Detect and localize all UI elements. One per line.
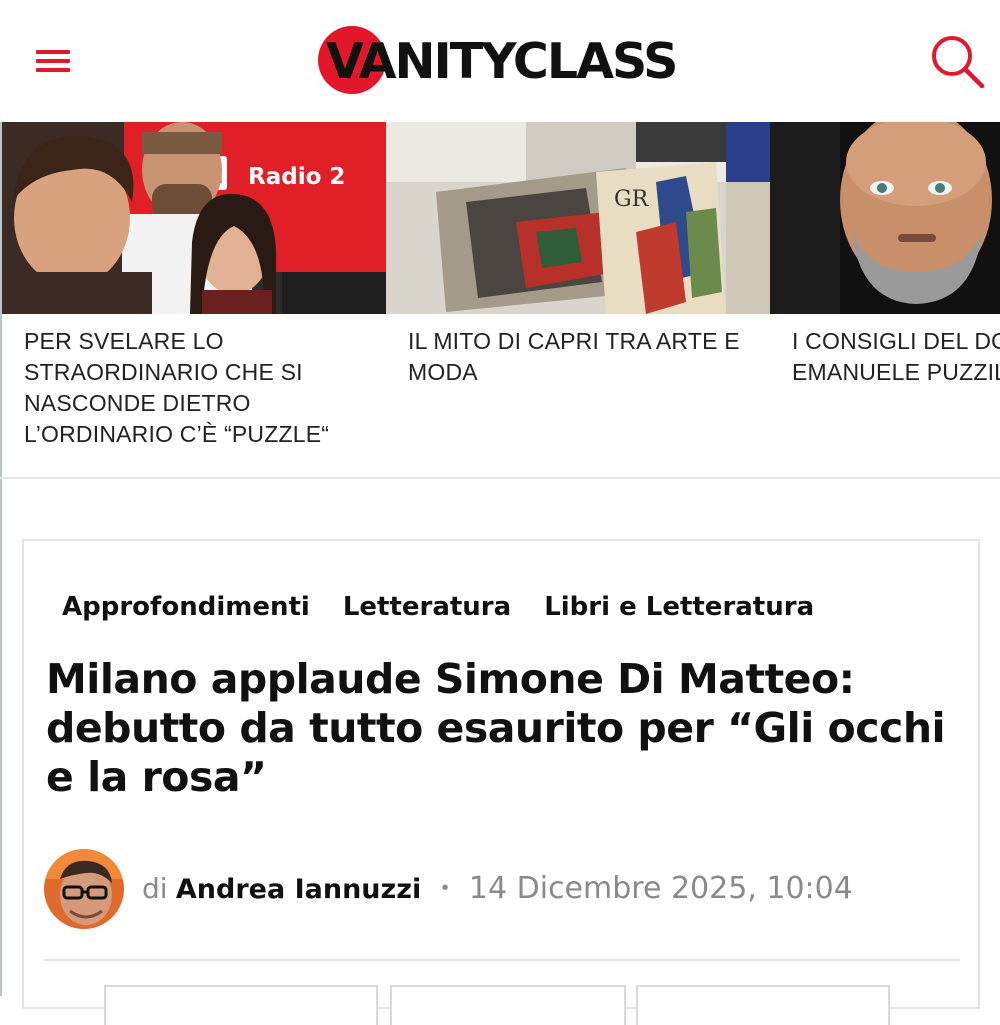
article-header-card: Approfondimenti Letteratura Libri e Lett… — [22, 539, 980, 1025]
share-button-partial[interactable] — [636, 985, 890, 1025]
share-button-partial[interactable] — [390, 985, 626, 1025]
related-article-title[interactable]: IL MITO DI CAPRI TRA ARTE E MODA — [408, 326, 760, 388]
hamburger-menu-icon[interactable] — [36, 46, 70, 76]
site-logo[interactable]: VANITYCLASS — [318, 24, 708, 96]
category-list: Approfondimenti Letteratura Libri e Lett… — [62, 589, 814, 629]
magazine-masthead: GR — [614, 187, 650, 212]
search-icon[interactable] — [930, 34, 986, 90]
related-article-card[interactable]: di Radio 2 PER SVELARE LO STRAORDINARIO … — [2, 122, 386, 478]
strip-divider — [0, 477, 1000, 479]
byline-prefix: di — [142, 872, 168, 905]
author-name-link[interactable]: Andrea Iannuzzi — [176, 874, 421, 905]
category-link[interactable]: Libri e Letteratura — [544, 589, 814, 629]
related-article-card[interactable]: I CONSIGLI DEL DO EMANUELE PUZZIL — [770, 122, 1000, 478]
category-link[interactable]: Letteratura — [343, 589, 511, 629]
byline-divider — [44, 959, 960, 961]
byline: di Andrea Iannuzzi • 14 Dicembre 2025, 1… — [142, 869, 853, 909]
logo-text: VANITYCLASS — [326, 33, 678, 90]
capri-fashion-exhibit-photo[interactable]: GR — [386, 122, 770, 314]
radio-2-sign: Radio 2 — [248, 164, 345, 190]
author-avatar[interactable] — [44, 849, 124, 929]
publish-date: 14 Dicembre 2025, 10:04 — [468, 871, 853, 906]
author-row: di Andrea Iannuzzi • 14 Dicembre 2025, 1… — [44, 849, 944, 929]
related-article-title[interactable]: PER SVELARE LO STRAORDINARIO CHE SI NASC… — [24, 326, 376, 450]
byline-separator: • — [441, 877, 449, 899]
category-link[interactable]: Approfondimenti — [62, 589, 310, 629]
related-articles-strip: di Radio 2 PER SVELARE LO STRAORDINARIO … — [0, 122, 1000, 478]
radio-studio-photo[interactable]: di Radio 2 — [2, 122, 386, 314]
related-article-card[interactable]: GR IL MITO DI CAPRI TRA ARTE E MODA — [386, 122, 770, 478]
related-article-title[interactable]: I CONSIGLI DEL DO EMANUELE PUZZIL — [792, 326, 1000, 388]
portrait-photo[interactable] — [770, 122, 1000, 314]
site-header: VANITYCLASS — [0, 0, 1000, 122]
article-headline: Milano applaude Simone Di Matteo: debutt… — [46, 655, 946, 801]
share-button-partial[interactable] — [104, 985, 378, 1025]
